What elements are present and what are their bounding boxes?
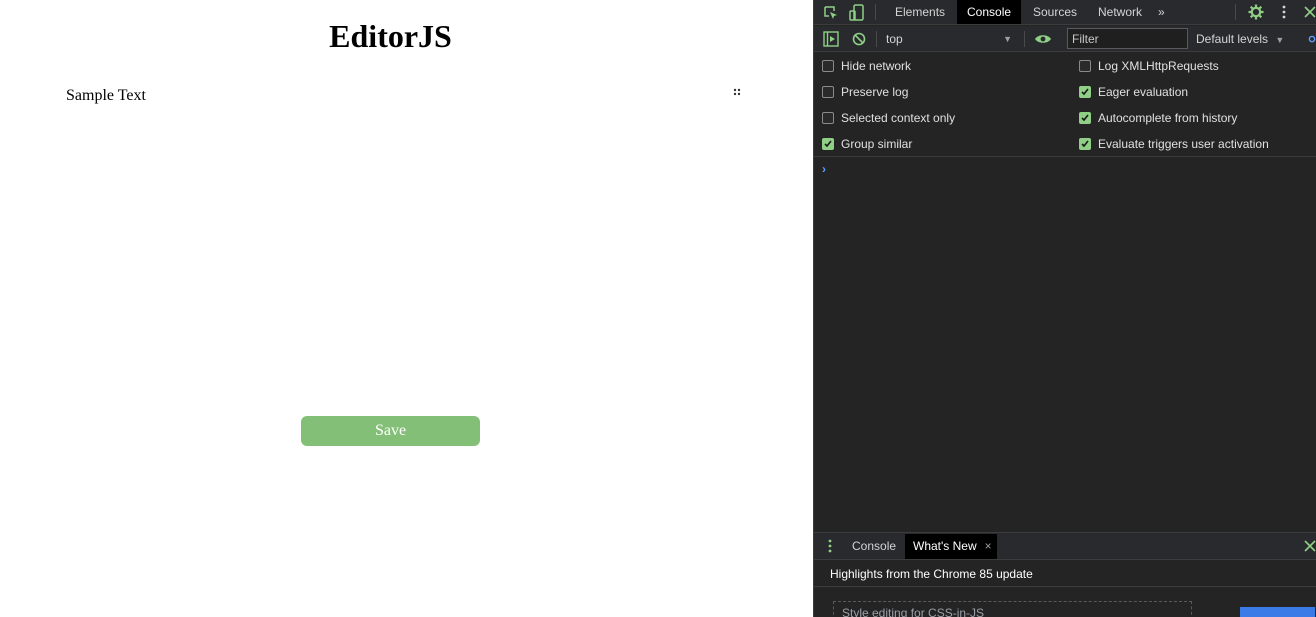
checkbox-box: [822, 86, 834, 98]
preserve-log-checkbox[interactable]: Preserve log: [822, 84, 908, 100]
console-prompt-icon: ›: [822, 162, 826, 176]
console-toolbar: top ▼ Default levels ▼: [814, 26, 1316, 52]
divider: [814, 586, 1316, 587]
eager-evaluation-checkbox[interactable]: Eager evaluation: [1079, 84, 1188, 100]
editor-paragraph-block[interactable]: Sample Text: [66, 87, 146, 105]
devtools-tabbar: Elements Console Sources Network »: [814, 0, 1316, 25]
page-title: EditorJS: [329, 18, 452, 54]
hide-network-checkbox[interactable]: Hide network: [822, 58, 911, 74]
drawer-tab-console[interactable]: Console: [844, 534, 904, 559]
checkmark-icon: [822, 138, 834, 150]
toolbar-separator: [1024, 31, 1025, 47]
chevron-down-icon: ▼: [1003, 34, 1012, 44]
live-expression-eye-icon[interactable]: [1033, 30, 1053, 48]
drawer-tab-label: What's New: [913, 539, 977, 553]
checkbox-box: [1079, 60, 1091, 72]
drawer-tabbar: Console What's New ×: [814, 532, 1316, 560]
learn-more-button[interactable]: [1240, 607, 1315, 617]
tab-console[interactable]: Console: [957, 0, 1022, 24]
log-levels-select[interactable]: Default levels ▼: [1196, 29, 1284, 49]
tab-network[interactable]: Network: [1088, 0, 1152, 24]
console-output-area[interactable]: ›: [814, 158, 1316, 532]
kebab-menu-icon[interactable]: [1277, 3, 1291, 21]
feature-card-title: Style editing for CSS-in-JS: [842, 606, 985, 617]
drawer-menu-icon[interactable]: [824, 538, 836, 554]
close-tab-icon[interactable]: ×: [985, 534, 992, 559]
selected-context-checkbox[interactable]: Selected context only: [822, 110, 955, 126]
drawer-tab-whats-new[interactable]: What's New ×: [905, 534, 997, 559]
more-tabs-icon[interactable]: »: [1152, 0, 1171, 24]
console-settings-gear-icon[interactable]: [1303, 30, 1316, 48]
inspect-element-icon[interactable]: [822, 4, 840, 22]
settings-gear-icon[interactable]: [1247, 3, 1265, 21]
whats-new-heading: Highlights from the Chrome 85 update: [830, 567, 1033, 581]
save-button[interactable]: Save: [301, 416, 480, 446]
devtools-panel: Elements Console Sources Network » top ▼…: [813, 0, 1316, 617]
checkmark-icon: [1079, 86, 1091, 98]
evaluate-triggers-checkbox[interactable]: Evaluate triggers user activation: [1079, 136, 1269, 152]
editor-page: EditorJS Sample Text Save: [0, 0, 813, 617]
log-xhr-checkbox[interactable]: Log XMLHttpRequests: [1079, 58, 1219, 74]
toolbar-separator: [876, 31, 877, 47]
clear-console-icon[interactable]: [850, 30, 868, 48]
log-levels-value: Default levels: [1196, 32, 1269, 46]
tabbar-separator: [1235, 4, 1236, 20]
whats-new-panel: Highlights from the Chrome 85 update Sty…: [814, 560, 1316, 617]
feature-card[interactable]: Style editing for CSS-in-JS: [833, 601, 1192, 617]
group-similar-checkbox[interactable]: Group similar: [822, 136, 912, 152]
checkmark-icon: [1079, 112, 1091, 124]
tabbar-separator: [875, 4, 876, 20]
show-sidebar-icon[interactable]: [822, 30, 840, 48]
autocomplete-history-checkbox[interactable]: Autocomplete from history: [1079, 110, 1237, 126]
device-toolbar-icon[interactable]: [848, 3, 866, 22]
tab-sources[interactable]: Sources: [1023, 0, 1087, 24]
close-devtools-icon[interactable]: [1303, 4, 1316, 20]
console-settings-pane: Hide network Log XMLHttpRequests Preserv…: [814, 52, 1316, 157]
checkbox-box: [822, 112, 834, 124]
chevron-down-icon: ▼: [1275, 35, 1285, 45]
execution-context-select[interactable]: top ▼: [880, 29, 1018, 49]
checkbox-box: [822, 60, 834, 72]
checkmark-icon: [1079, 138, 1091, 150]
execution-context-value: top: [886, 32, 903, 46]
filter-input[interactable]: [1067, 28, 1188, 49]
block-settings-icon[interactable]: [729, 84, 745, 100]
tab-elements[interactable]: Elements: [885, 0, 955, 24]
close-drawer-icon[interactable]: [1303, 539, 1316, 553]
